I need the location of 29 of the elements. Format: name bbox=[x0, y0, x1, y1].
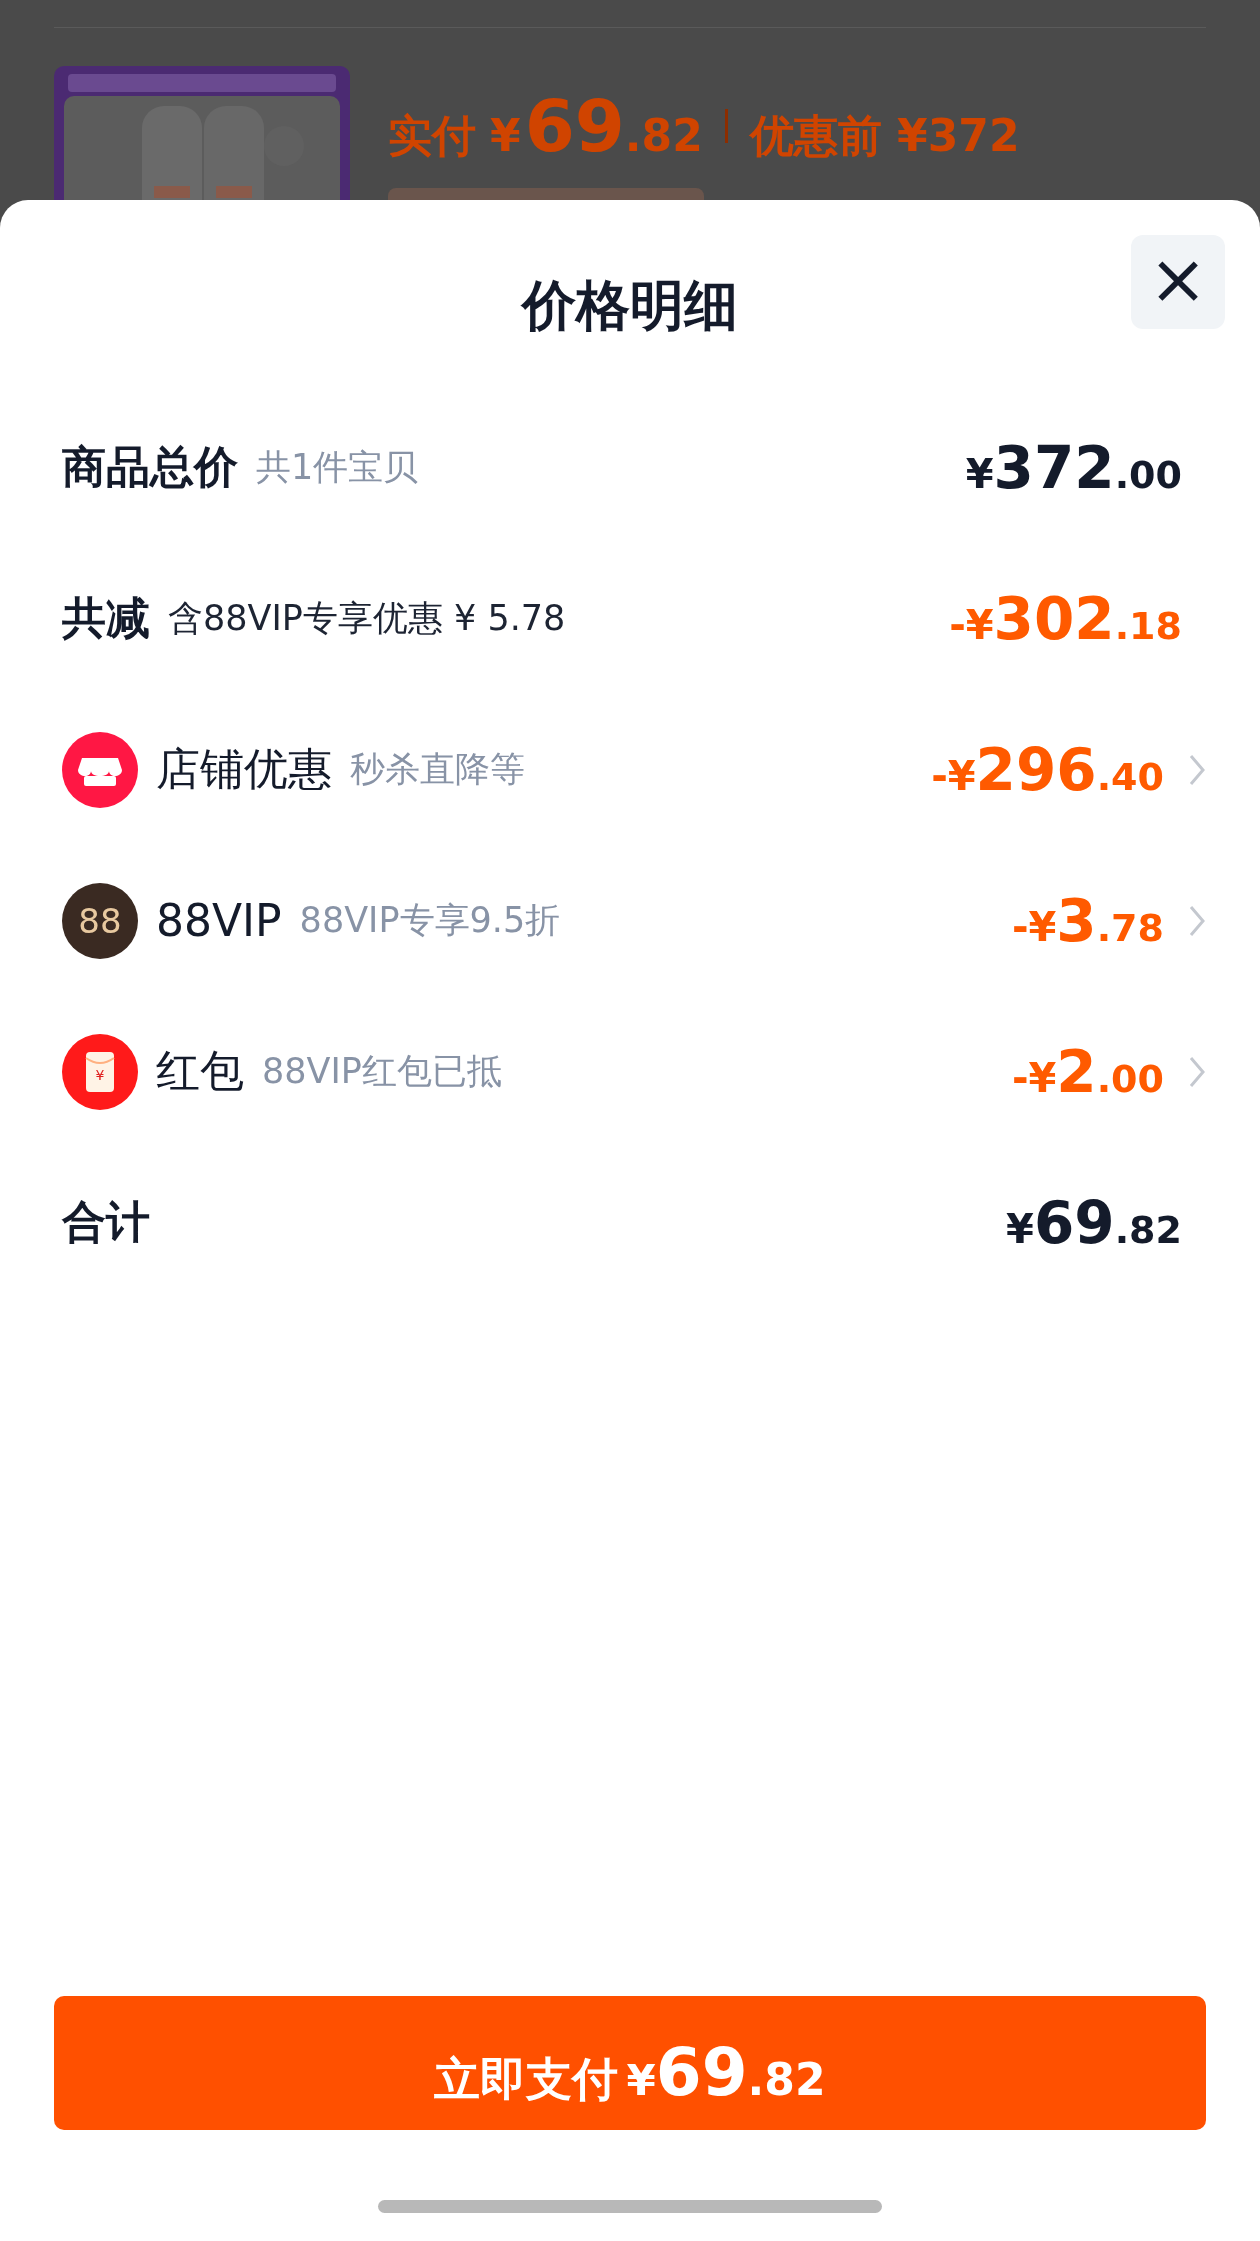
row-label: 合计 bbox=[62, 1195, 150, 1249]
row-label: 商品总价 bbox=[62, 440, 238, 494]
row-note: 含88VIP专享优惠 ¥ 5.78 bbox=[168, 597, 566, 640]
home-indicator[interactable] bbox=[378, 2200, 882, 2213]
row-amount: -¥302.18 bbox=[949, 584, 1182, 653]
row-amount: -¥3.78 bbox=[1011, 886, 1164, 955]
row-note: 88VIP专享9.5折 bbox=[299, 899, 561, 942]
sheet-title: 价格明细 bbox=[522, 272, 738, 339]
chevron-right-icon[interactable] bbox=[1188, 752, 1206, 787]
envelope-icon: ¥ bbox=[62, 1033, 138, 1110]
chevron-right-icon[interactable] bbox=[1188, 1054, 1206, 1089]
row-label: 店铺优惠 bbox=[156, 742, 332, 796]
store-icon bbox=[62, 731, 138, 808]
row-note: 共1件宝贝 bbox=[256, 446, 419, 489]
vip-badge-icon: 88 bbox=[62, 882, 138, 959]
row-amount: ¥372.00 bbox=[965, 433, 1182, 502]
paid-amount: ¥69.82 bbox=[490, 84, 703, 168]
row-note: 秒杀直降等 bbox=[350, 748, 525, 791]
original-price: 优惠前 ¥372 bbox=[749, 109, 1020, 163]
chevron-right-icon[interactable] bbox=[1188, 903, 1206, 938]
paid-label: 实付 bbox=[388, 109, 476, 163]
row-note: 88VIP红包已抵 bbox=[262, 1050, 502, 1093]
row-amount: -¥296.40 bbox=[931, 735, 1164, 804]
row-label: 88VIP bbox=[156, 895, 282, 946]
row-label: 共减 bbox=[62, 591, 150, 645]
row-label: 红包 bbox=[156, 1044, 244, 1098]
row-amount: ¥69.82 bbox=[1006, 1188, 1182, 1257]
row-amount: -¥2.00 bbox=[1011, 1037, 1164, 1106]
close-button[interactable]: × bbox=[1131, 235, 1225, 329]
